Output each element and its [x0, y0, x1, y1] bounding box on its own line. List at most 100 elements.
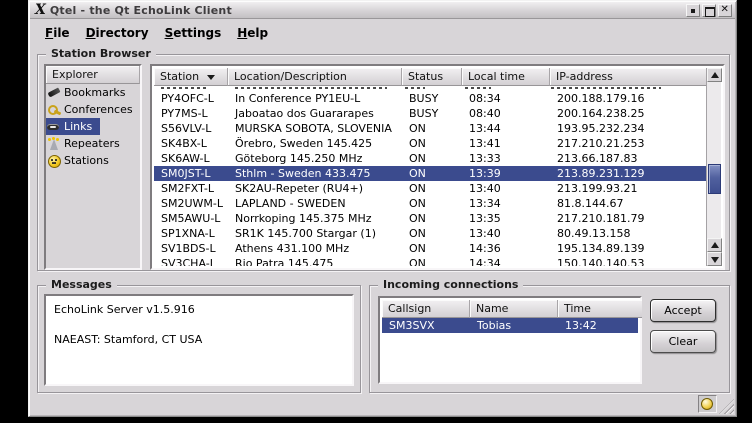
cell-status: ON [402, 121, 462, 136]
station-list: Station Location/Description Status Loca… [150, 64, 725, 270]
explorer-item-content: Conferences [46, 101, 141, 118]
incoming-connections-group: Incoming connections Callsign Name Time … [369, 285, 730, 393]
explorer-item-content: Links [46, 118, 100, 135]
cell-station: S56VLV-L [154, 121, 228, 136]
incoming-connections-label: Incoming connections [378, 278, 523, 291]
explorer-item-stations[interactable]: Stations [46, 152, 140, 169]
menu-help[interactable]: Help [230, 24, 275, 42]
links-icon [47, 120, 62, 133]
explorer-item-repeaters[interactable]: Repeaters [46, 135, 140, 152]
cell-location: Rio Patra 145.475 [228, 256, 402, 266]
menu-settings[interactable]: Settings [158, 24, 229, 42]
explorer-item-content: Stations [46, 152, 117, 169]
scroll-up-icon[interactable] [707, 68, 722, 82]
cell-ip-address: 200.164.238.25 [550, 106, 706, 121]
explorer-item-links[interactable]: Links [46, 118, 140, 135]
station-row[interactable]: SV3CHA-LRio Patra 145.475ON14:34150.140.… [154, 256, 706, 266]
message-line [54, 317, 344, 332]
cell-name: Tobias [470, 318, 558, 333]
station-rows: PY4OFC-LIn Conference PY1EU-LBUSY08:3420… [154, 86, 706, 266]
cell-location: LAPLAND - SWEDEN [228, 196, 402, 211]
cell-status: ON [402, 256, 462, 266]
cell-local-time: 13:40 [462, 181, 550, 196]
repeaters-icon [47, 137, 62, 150]
scrollbar-thumb[interactable] [708, 164, 721, 194]
station-row[interactable]: PY4OFC-LIn Conference PY1EU-LBUSY08:3420… [154, 91, 706, 106]
column-header-callsign[interactable]: Callsign [382, 300, 470, 318]
cell-local-time: 14:36 [462, 241, 550, 256]
message-line: NAEAST: Stamford, CT USA [54, 332, 344, 347]
resize-grip[interactable] [719, 399, 734, 414]
cell-location: Sthlm - Sweden 433.475 [228, 166, 402, 181]
station-row[interactable]: S56VLV-LMURSKA SOBOTA, SLOVENIAON13:4419… [154, 121, 706, 136]
cell-location: Norrkoping 145.375 MHz [228, 211, 402, 226]
cell-ip-address: 195.134.89.139 [550, 241, 706, 256]
cell-status: BUSY [402, 106, 462, 121]
column-header-name[interactable]: Name [470, 300, 558, 318]
cell-location: Örebro, Sweden 145.425 [228, 136, 402, 151]
column-header-time[interactable]: Time [558, 300, 642, 318]
station-row[interactable]: SM0JST-LSthlm - Sweden 433.475ON13:39213… [154, 166, 706, 181]
station-row[interactable]: SM2UWM-LLAPLAND - SWEDENON13:3481.8.144.… [154, 196, 706, 211]
cell-station: SM2FXT-L [154, 181, 228, 196]
station-row[interactable]: PY7MS-LJaboatao dos GuararapesBUSY08:402… [154, 106, 706, 121]
station-row[interactable]: SK4BX-LÖrebro, Sweden 145.425ON13:41217.… [154, 136, 706, 151]
explorer-item-bookmarks[interactable]: Bookmarks [46, 84, 140, 101]
station-browser-label: Station Browser [46, 47, 156, 60]
cell-time: 13:42 [558, 318, 638, 333]
cell-location: SK2AU-Repeter (RU4+) [228, 181, 402, 196]
cell-station: PY4OFC-L [154, 91, 228, 106]
station-list-scrollbar[interactable] [706, 68, 721, 266]
cell-station: SV3CHA-L [154, 256, 228, 266]
menu-directory[interactable]: Directory [79, 24, 156, 42]
messages-text-area[interactable]: EchoLink Server v1.5.916 NAEAST: Stamfor… [44, 294, 354, 386]
cell-local-time: 13:41 [462, 136, 550, 151]
window-controls [686, 4, 735, 17]
station-row[interactable]: SM5AWU-LNorrkoping 145.375 MHzON13:35217… [154, 211, 706, 226]
cell-status: BUSY [402, 91, 462, 106]
close-button[interactable] [718, 4, 732, 17]
bookmarks-icon [47, 86, 62, 99]
incoming-row[interactable]: SM3SVXTobias13:42 [382, 318, 638, 333]
clear-button[interactable]: Clear [650, 330, 716, 353]
explorer-item-label: Stations [64, 152, 109, 169]
cell-location: SR1K 145.700 Stargar (1) [228, 226, 402, 241]
column-header-status[interactable]: Status [402, 68, 462, 86]
x11-logo-icon: X [35, 3, 46, 17]
station-row[interactable]: SV1BDS-LAthens 431.100 MHzON14:36195.134… [154, 241, 706, 256]
station-row[interactable]: SP1XNA-LSR1K 145.700 Stargar (1)ON13:408… [154, 226, 706, 241]
messages-label: Messages [46, 278, 117, 291]
station-row[interactable]: SK6AW-LGöteborg 145.250 MHzON13:33213.66… [154, 151, 706, 166]
cell-location: Göteborg 145.250 MHz [228, 151, 402, 166]
explorer-header[interactable]: Explorer [46, 66, 140, 84]
cell-local-time: 08:34 [462, 91, 550, 106]
maximize-button[interactable] [702, 4, 716, 17]
cell-local-time: 08:40 [462, 106, 550, 121]
cell-station: SM0JST-L [154, 166, 228, 181]
cell-local-time: 13:39 [462, 166, 550, 181]
minimize-button[interactable] [686, 4, 700, 17]
cell-location: MURSKA SOBOTA, SLOVENIA [228, 121, 402, 136]
window-title: Qtel - the Qt EchoLink Client [50, 4, 232, 17]
station-browser-group: Station Browser Explorer BookmarksConfer… [37, 54, 730, 271]
cell-ip-address: 213.66.187.83 [550, 151, 706, 166]
stations-icon [47, 154, 62, 167]
menu-file[interactable]: File [38, 24, 77, 42]
scroll-up-icon[interactable] [707, 238, 722, 252]
cell-status: ON [402, 136, 462, 151]
title-bar[interactable]: X Qtel - the Qt EchoLink Client [30, 2, 735, 19]
column-header-station[interactable]: Station [154, 68, 228, 86]
cell-station: SK6AW-L [154, 151, 228, 166]
cell-station: SP1XNA-L [154, 226, 228, 241]
conferences-icon [47, 103, 62, 116]
column-header-location[interactable]: Location/Description [228, 68, 402, 86]
explorer-item-label: Repeaters [64, 135, 120, 152]
accept-button[interactable]: Accept [650, 299, 716, 322]
column-header-localtime[interactable]: Local time [462, 68, 550, 86]
column-header-ip[interactable]: IP-address [550, 68, 710, 86]
explorer-item-conferences[interactable]: Conferences [46, 101, 140, 118]
station-row[interactable]: SM2FXT-LSK2AU-Repeter (RU4+)ON13:40213.1… [154, 181, 706, 196]
scroll-down-icon[interactable] [707, 252, 722, 266]
cell-station: PY7MS-L [154, 106, 228, 121]
cell-station: SV1BDS-L [154, 241, 228, 256]
